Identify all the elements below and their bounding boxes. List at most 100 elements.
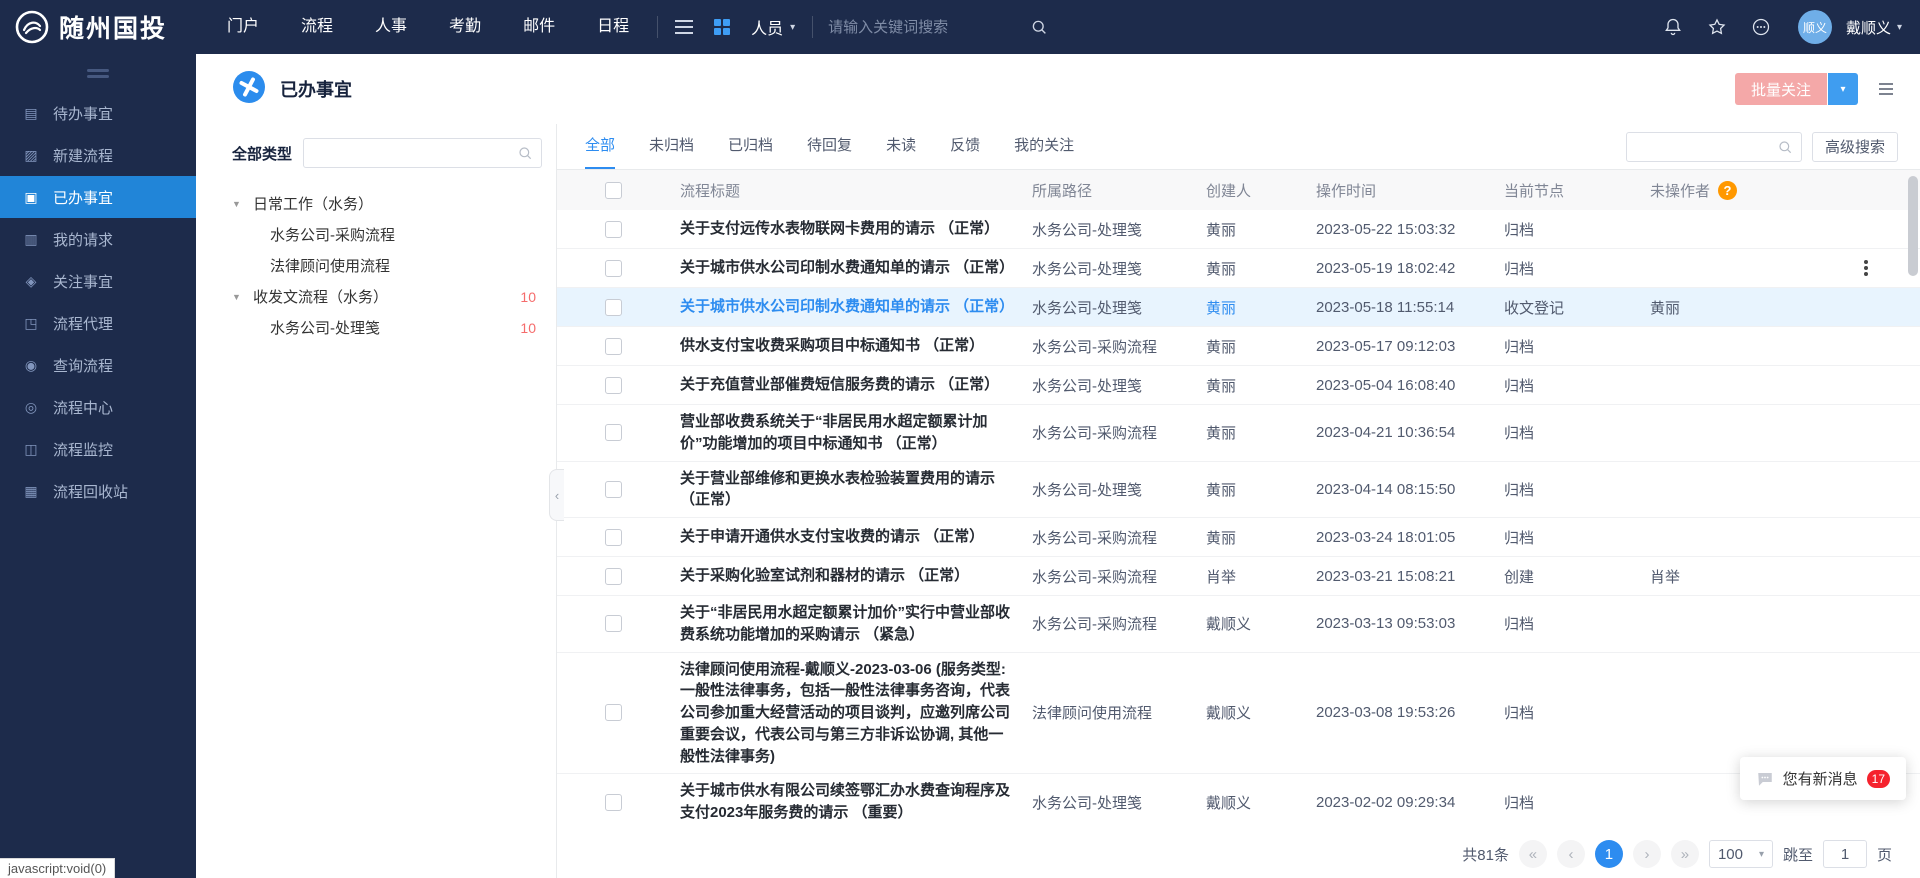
- select-all-checkbox[interactable]: [605, 182, 622, 199]
- star-icon[interactable]: [1698, 0, 1736, 54]
- row-checkbox[interactable]: [605, 794, 622, 811]
- table-row[interactable]: 营业部收费系统关于“非居民用水超定额累计加价”功能增加的项目中标通知书 （正常）…: [557, 405, 1920, 462]
- apps-grid-icon[interactable]: [703, 0, 741, 54]
- logo[interactable]: 随州国投: [0, 9, 196, 45]
- search-icon[interactable]: [1020, 0, 1058, 54]
- table-row[interactable]: 关于采购化验室试剂和器材的请示 （正常）水务公司-采购流程肖举2023-03-2…: [557, 557, 1920, 596]
- scrollbar-track[interactable]: [1908, 172, 1918, 826]
- row-checkbox[interactable]: [605, 704, 622, 721]
- more-ellipsis-icon[interactable]: [1742, 0, 1780, 54]
- prev-page-button[interactable]: ‹: [1557, 840, 1585, 868]
- table-row[interactable]: 关于营业部维修和更换水表检验装置费用的请示 （正常）水务公司-处理笺黄丽2023…: [557, 462, 1920, 519]
- batch-follow-button[interactable]: 批量关注: [1735, 73, 1827, 105]
- table-row[interactable]: 关于“非居民用水超定额累计加价”实行中营业部收费系统功能增加的采购请示 （紧急）…: [557, 596, 1920, 653]
- sidebar-item-2[interactable]: ▣已办事宜: [0, 176, 196, 218]
- row-title-link[interactable]: 关于采购化验室试剂和器材的请示 （正常）: [680, 559, 1032, 593]
- hamburger-menu-icon[interactable]: [665, 0, 703, 54]
- table-search-input[interactable]: [1635, 139, 1777, 155]
- row-more-icon[interactable]: [1864, 266, 1868, 270]
- sidebar-item-3[interactable]: ▥我的请求: [0, 218, 196, 260]
- row-title-link[interactable]: 营业部收费系统关于“非居民用水超定额累计加价”功能增加的项目中标通知书 （正常）: [680, 405, 1032, 461]
- row-time: 2023-03-13 09:53:03: [1316, 609, 1504, 638]
- row-checkbox[interactable]: [605, 221, 622, 238]
- top-nav-item-5[interactable]: 日程: [576, 0, 650, 54]
- row-checkbox[interactable]: [605, 377, 622, 394]
- tab-6[interactable]: 我的关注: [1014, 124, 1074, 169]
- sidebar-item-6[interactable]: ◉查询流程: [0, 344, 196, 386]
- current-page-button[interactable]: 1: [1595, 840, 1623, 868]
- row-title-link[interactable]: 关于申请开通供水支付宝收费的请示 （正常）: [680, 520, 1032, 554]
- sidebar-item-7[interactable]: ◎流程中心: [0, 386, 196, 428]
- table-row[interactable]: 关于城市供水有限公司续签鄂汇办水费查询程序及支付2023年服务费的请示 （重要）…: [557, 774, 1920, 830]
- global-search-input[interactable]: [820, 19, 1020, 36]
- tab-2[interactable]: 已归档: [728, 124, 773, 169]
- table-row[interactable]: 关于充值营业部催费短信服务费的请示 （正常）水务公司-处理笺黄丽2023-05-…: [557, 366, 1920, 405]
- sidebar-item-5[interactable]: ◳流程代理: [0, 302, 196, 344]
- scrollbar-thumb[interactable]: [1908, 176, 1918, 276]
- row-title-link[interactable]: 关于“非居民用水超定额累计加价”实行中营业部收费系统功能增加的采购请示 （紧急）: [680, 596, 1032, 652]
- top-nav-item-4[interactable]: 邮件: [502, 0, 576, 54]
- top-nav-item-0[interactable]: 门户: [206, 0, 280, 54]
- row-checkbox[interactable]: [605, 338, 622, 355]
- row-title-link[interactable]: 法律顾问使用流程-戴顺义-2023-03-06 (服务类型:一般性法律事务，包括…: [680, 653, 1032, 774]
- row-title-link[interactable]: 关于城市供水公司印制水费通知单的请示 （正常）: [680, 290, 1032, 324]
- row-checkbox[interactable]: [605, 424, 622, 441]
- user-avatar[interactable]: 顺义: [1798, 10, 1832, 44]
- tree-node-1[interactable]: 水务公司-采购流程: [232, 219, 542, 250]
- user-chevron-down-icon[interactable]: ▾: [1897, 22, 1902, 33]
- search-scope-dropdown[interactable]: 人员 ▾: [741, 0, 805, 54]
- tree-node-0[interactable]: ▼日常工作（水务）: [232, 188, 542, 219]
- table-row[interactable]: 法律顾问使用流程-戴顺义-2023-03-06 (服务类型:一般性法律事务，包括…: [557, 653, 1920, 775]
- tab-0[interactable]: 全部: [585, 124, 615, 169]
- tab-5[interactable]: 反馈: [950, 124, 980, 169]
- tab-1[interactable]: 未归档: [649, 124, 694, 169]
- row-title-link[interactable]: 供水支付宝收费采购项目中标通知书 （正常）: [680, 329, 1032, 363]
- collapse-panel-handle[interactable]: ‹: [549, 469, 564, 521]
- row-checkbox[interactable]: [605, 615, 622, 632]
- row-checkbox[interactable]: [605, 481, 622, 498]
- advanced-search-button[interactable]: 高级搜索: [1812, 132, 1898, 162]
- batch-follow-dropdown-button[interactable]: ▾: [1828, 73, 1858, 105]
- view-list-icon[interactable]: [1876, 79, 1896, 99]
- table-search-box[interactable]: [1626, 132, 1802, 162]
- table-row[interactable]: 关于城市供水公司印制水费通知单的请示 （正常）水务公司-处理笺黄丽2023-05…: [557, 288, 1920, 327]
- page-size-select[interactable]: 100 ▾: [1709, 840, 1773, 868]
- row-checkbox[interactable]: [605, 299, 622, 316]
- sidebar-item-8[interactable]: ◫流程监控: [0, 428, 196, 470]
- sidebar-item-1[interactable]: ▨新建流程: [0, 134, 196, 176]
- tree-node-3[interactable]: ▼收发文流程（水务）10: [232, 281, 542, 312]
- top-nav-item-1[interactable]: 流程: [280, 0, 354, 54]
- table-row[interactable]: 关于支付远传水表物联网卡费用的请示 （正常）水务公司-处理笺黄丽2023-05-…: [557, 210, 1920, 249]
- new-message-toast[interactable]: 您有新消息 17: [1740, 757, 1906, 800]
- sidebar-item-9[interactable]: ▦流程回收站: [0, 470, 196, 512]
- bell-icon[interactable]: [1654, 0, 1692, 54]
- last-page-button[interactable]: »: [1671, 840, 1699, 868]
- top-nav-item-3[interactable]: 考勤: [428, 0, 502, 54]
- row-checkbox[interactable]: [605, 260, 622, 277]
- tab-3[interactable]: 待回复: [807, 124, 852, 169]
- first-page-button[interactable]: «: [1519, 840, 1547, 868]
- row-checkbox[interactable]: [605, 568, 622, 585]
- type-search-box[interactable]: [303, 138, 542, 168]
- help-icon[interactable]: ?: [1718, 181, 1737, 200]
- user-name[interactable]: 戴顺义: [1846, 17, 1891, 38]
- table-row[interactable]: 关于申请开通供水支付宝收费的请示 （正常）水务公司-采购流程黄丽2023-03-…: [557, 518, 1920, 557]
- row-title-link[interactable]: 关于支付远传水表物联网卡费用的请示 （正常）: [680, 212, 1032, 246]
- row-checkbox[interactable]: [605, 529, 622, 546]
- row-title-link[interactable]: 关于充值营业部催费短信服务费的请示 （正常）: [680, 368, 1032, 402]
- top-nav-item-2[interactable]: 人事: [354, 0, 428, 54]
- jump-page-input[interactable]: [1823, 840, 1867, 868]
- sidebar-item-0[interactable]: ▤待办事宜: [0, 92, 196, 134]
- type-search-input[interactable]: [312, 145, 517, 161]
- tree-node-4[interactable]: 水务公司-处理笺10: [232, 312, 542, 343]
- row-title-link[interactable]: 关于城市供水公司印制水费通知单的请示 （正常）: [680, 251, 1032, 285]
- tab-4[interactable]: 未读: [886, 124, 916, 169]
- row-title-link[interactable]: 关于城市供水有限公司续签鄂汇办水费查询程序及支付2023年服务费的请示 （重要）: [680, 774, 1032, 830]
- tree-node-2[interactable]: 法律顾问使用流程: [232, 250, 542, 281]
- next-page-button[interactable]: ›: [1633, 840, 1661, 868]
- sidebar-collapse-handle[interactable]: [0, 54, 196, 92]
- sidebar-item-4[interactable]: ◈关注事宜: [0, 260, 196, 302]
- table-row[interactable]: 关于城市供水公司印制水费通知单的请示 （正常）水务公司-处理笺黄丽2023-05…: [557, 249, 1920, 288]
- row-title-link[interactable]: 关于营业部维修和更换水表检验装置费用的请示 （正常）: [680, 462, 1032, 518]
- table-row[interactable]: 供水支付宝收费采购项目中标通知书 （正常）水务公司-采购流程黄丽2023-05-…: [557, 327, 1920, 366]
